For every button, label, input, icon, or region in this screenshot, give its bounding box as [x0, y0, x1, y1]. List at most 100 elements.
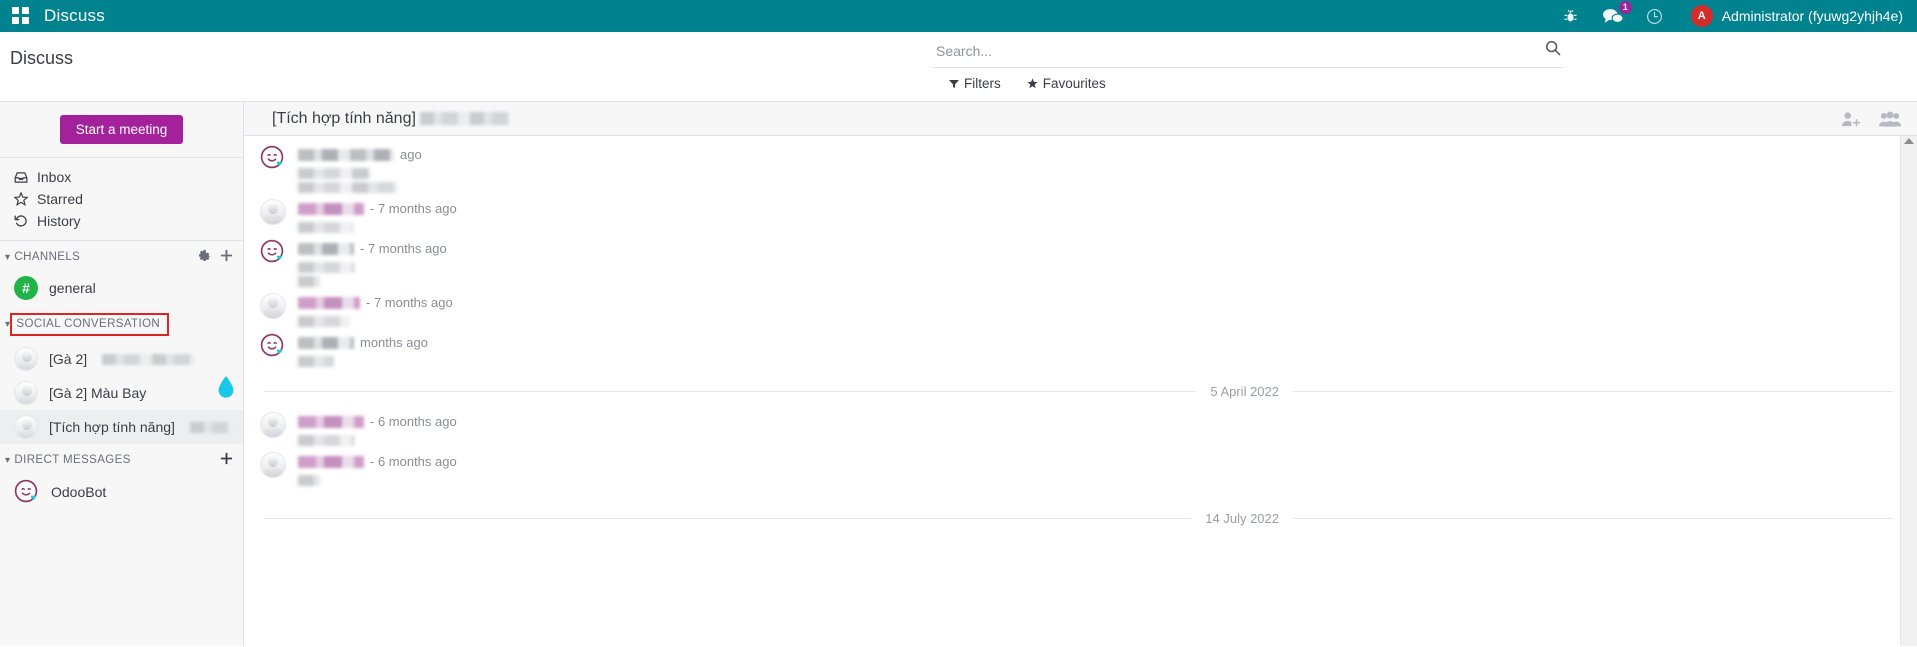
direct-messages-group-actions — [220, 452, 233, 468]
message-item[interactable]: - 6 months ago — [244, 409, 1917, 449]
divider-line — [1293, 518, 1893, 519]
message-item[interactable]: - 6 months ago — [244, 449, 1917, 489]
date-separator-label: 5 April 2022 — [1196, 384, 1293, 399]
channels-group-label: CHANNELS — [14, 251, 198, 263]
sidebar-item-tich-hop-tinh-nang[interactable]: [Tích hợp tính năng] — [0, 410, 243, 444]
message-header: - 6 months ago — [298, 414, 1897, 429]
start-meeting-button[interactable]: Start a meeting — [60, 115, 184, 144]
scroll-up-arrow-icon[interactable] — [1904, 138, 1914, 144]
divider-line — [264, 518, 1191, 519]
control-panel: Discuss Filters Favourites — [0, 32, 1917, 102]
sidebar-item-odoobot[interactable]: OdooBot — [0, 474, 243, 510]
message-header: months ago — [298, 335, 1897, 350]
sidebar-item-ga2-mau-bay[interactable]: [Gà 2] Màu Bay — [0, 376, 243, 410]
sidebar-item-starred[interactable]: Starred — [0, 188, 243, 210]
sidebar-item-ga2-redacted[interactable]: [Gà 2] — [0, 342, 243, 376]
message-text-line — [298, 168, 370, 179]
members-icon[interactable] — [1879, 111, 1901, 127]
sidebar-item-inbox[interactable]: Inbox — [0, 166, 243, 188]
thread-scrollbar[interactable] — [1900, 136, 1917, 646]
thread-panel: [Tích hợp tính năng] — [244, 102, 1917, 646]
start-meeting-section: Start a meeting — [0, 102, 243, 158]
message-body: - 7 months ago — [298, 239, 1897, 287]
star-icon — [1027, 78, 1038, 89]
redacted-text — [190, 422, 235, 433]
direct-messages-group-label: DIRECT MESSAGES — [14, 454, 220, 466]
message-author — [298, 456, 364, 468]
breadcrumb[interactable]: Discuss — [0, 42, 73, 69]
person-avatar-icon — [260, 452, 286, 478]
message-item[interactable]: - 7 months ago — [244, 236, 1917, 290]
person-avatar-icon — [260, 412, 286, 438]
thread-actions — [1841, 111, 1901, 127]
bug-icon[interactable] — [1561, 6, 1581, 26]
redacted-text — [102, 354, 194, 365]
message-text-line — [298, 222, 353, 233]
favourites-button[interactable]: Favourites — [1027, 76, 1106, 91]
apps-grid-icon[interactable] — [12, 7, 30, 25]
page-body: Start a meeting Inbox Starred — [0, 102, 1917, 646]
message-body: months ago — [298, 333, 1897, 367]
message-text-line — [298, 316, 350, 327]
message-body: - 6 months ago — [298, 452, 1897, 486]
odoobot-avatar-icon — [260, 145, 286, 171]
search-row — [933, 40, 1563, 68]
chevron-down-icon: ▾ — [5, 455, 10, 466]
odoobot-avatar-icon — [14, 479, 40, 505]
sidebar-item-general[interactable]: # general — [0, 271, 243, 305]
search-area: Filters Favourites — [933, 40, 1563, 91]
user-menu[interactable]: A Administrator (fyuwg2yhjh4e) — [1691, 5, 1903, 27]
person-avatar-icon — [14, 381, 38, 405]
sidebar-item-label: [Gà 2] Màu Bay — [49, 385, 146, 401]
message-text-line — [298, 356, 334, 367]
plus-icon[interactable] — [220, 249, 233, 265]
plus-icon[interactable] — [220, 452, 233, 468]
date-separator: 5 April 2022 — [244, 370, 1917, 409]
inbox-icon — [13, 171, 28, 184]
messages-icon[interactable]: 1 — [1603, 6, 1623, 26]
thread-title-wrap: [Tích hợp tính năng] — [272, 110, 510, 128]
history-icon — [13, 214, 28, 228]
date-separator-bottom-label: 14 July 2022 — [1191, 511, 1293, 526]
divider-line — [264, 391, 1196, 392]
direct-messages-group-header[interactable]: ▾ DIRECT MESSAGES — [0, 444, 243, 474]
message-body: - 7 months ago — [298, 293, 1897, 327]
favourites-label: Favourites — [1043, 76, 1106, 91]
app-title[interactable]: Discuss — [44, 6, 105, 26]
message-item[interactable]: ago — [244, 142, 1917, 196]
redacted-text — [420, 112, 510, 125]
filters-label: Filters — [964, 76, 1001, 91]
message-list[interactable]: ago - 7 months ago — [244, 136, 1917, 646]
gear-icon[interactable] — [198, 249, 211, 265]
message-author — [298, 149, 394, 161]
messages-badge: 1 — [1619, 1, 1632, 14]
user-name: Administrator (fyuwg2yhjh4e) — [1722, 8, 1903, 24]
message-author — [298, 243, 354, 255]
clock-icon[interactable] — [1645, 6, 1665, 26]
message-item[interactable]: months ago — [244, 330, 1917, 370]
message-timestamp: - 7 months ago — [360, 241, 447, 256]
message-item[interactable]: - 7 months ago — [244, 290, 1917, 330]
person-avatar-icon — [14, 415, 38, 439]
add-user-icon[interactable] — [1841, 111, 1861, 127]
message-text-line — [298, 475, 320, 486]
message-author — [298, 416, 364, 428]
channels-group-header[interactable]: ▾ CHANNELS — [0, 241, 243, 271]
search-icon[interactable] — [1545, 40, 1563, 61]
odoobot-avatar-icon — [260, 239, 286, 265]
social-conversation-group-label: SOCIAL CONVERSATION — [16, 318, 160, 330]
message-body: ago — [298, 145, 1897, 193]
message-author — [298, 337, 354, 349]
discuss-sidebar: Start a meeting Inbox Starred — [0, 102, 244, 646]
sidebar-item-history[interactable]: History — [0, 210, 243, 232]
social-conversation-group-header[interactable]: ▾ SOCIAL CONVERSATION — [0, 305, 243, 342]
channels-group-actions — [198, 249, 233, 265]
filters-button[interactable]: Filters — [949, 76, 1001, 91]
message-item[interactable]: - 7 months ago — [244, 196, 1917, 236]
search-input[interactable] — [933, 41, 1545, 61]
sidebar-item-label: Inbox — [37, 169, 71, 185]
person-avatar-icon — [260, 293, 286, 319]
mailbox-section: Inbox Starred History — [0, 158, 243, 241]
message-text-line — [298, 435, 354, 446]
message-body: - 7 months ago — [298, 199, 1897, 233]
